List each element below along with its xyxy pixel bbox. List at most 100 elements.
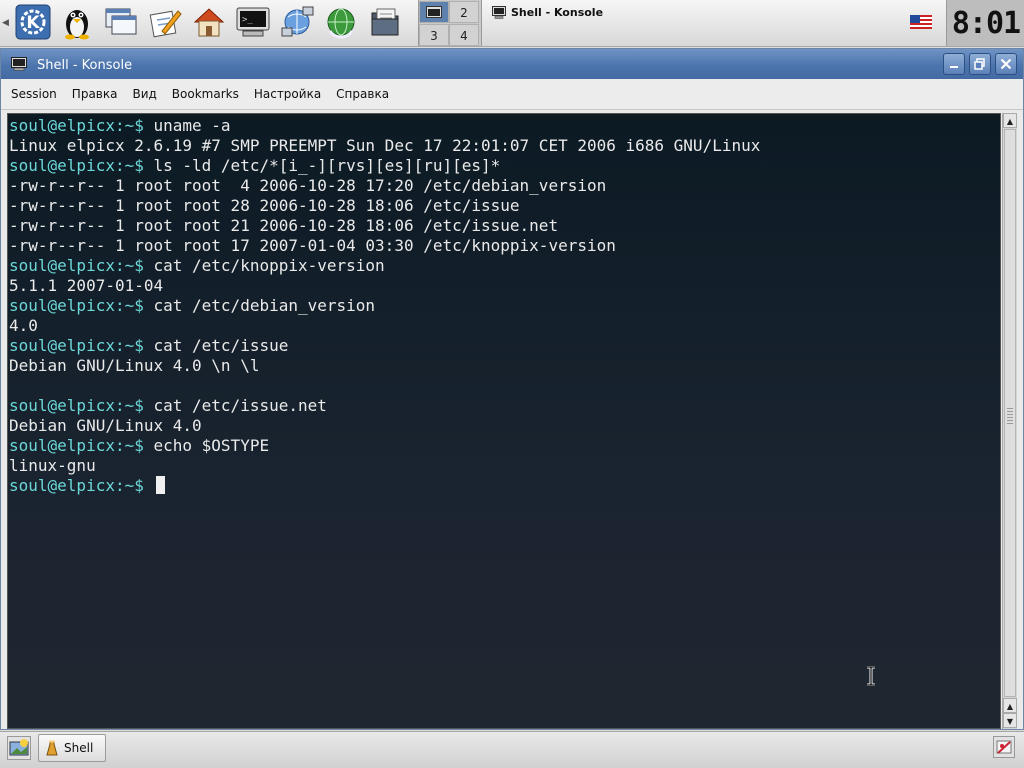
terminal-line: Debian GNU/Linux 4.0 \n \l (9, 356, 259, 376)
panel-hide-arrow-icon[interactable]: ◀ (0, 0, 11, 46)
window-title: Shell - Konsole (37, 58, 133, 73)
svg-text:K: K (26, 13, 40, 33)
top-panel: ◀ K >_ 2 3 4 Shell - Konsole 8:01 (0, 0, 1024, 47)
browser-icon[interactable] (322, 3, 360, 41)
terminal-scrollbar[interactable]: ▲ ▲ ▼ (1002, 113, 1017, 729)
terminal-line: soul@elpicx:~$ (9, 476, 165, 496)
shell-prompt: soul@elpicx:~$ (9, 336, 144, 355)
taskbar-shell-label: Shell (64, 741, 94, 755)
shell-prompt: soul@elpicx:~$ (9, 116, 144, 135)
terminal-line: soul@elpicx:~$ cat /etc/knoppix-version (9, 256, 385, 276)
terminal-line: soul@elpicx:~$ cat /etc/issue.net (9, 396, 327, 416)
terminal-text: -rw-r--r-- 1 root root 17 2007-01-04 03:… (9, 236, 616, 255)
minimize-icon (950, 66, 958, 68)
svg-text:>_: >_ (242, 15, 253, 25)
konsole-window-icon[interactable] (11, 57, 27, 71)
terminal-line: soul@elpicx:~$ cat /etc/debian_version (9, 296, 375, 316)
terminal-line: soul@elpicx:~$ echo $OSTYPE (9, 436, 269, 456)
terminal-text: 5.1.1 2007-01-04 (9, 276, 164, 295)
shell-prompt: soul@elpicx:~$ (9, 256, 144, 275)
minimize-button[interactable] (943, 53, 965, 75)
editor-icon[interactable] (146, 3, 184, 41)
file-manager-icon[interactable] (366, 3, 404, 41)
shell-prompt: soul@elpicx:~$ (9, 396, 144, 415)
close-icon (1000, 58, 1012, 70)
pager-desktop-3[interactable]: 3 (419, 24, 449, 46)
bottom-taskbar: Shell (0, 731, 1024, 768)
pager-window-thumb-icon (426, 6, 442, 18)
desktop: ◀ K >_ 2 3 4 Shell - Konsole 8:01 Shell … (0, 0, 1024, 768)
terminal-text: -rw-r--r-- 1 root root 28 2006-10-28 18:… (9, 196, 520, 215)
menu-settings[interactable]: Настройка (249, 87, 326, 101)
show-desktop-button[interactable] (7, 736, 31, 760)
taskbar-shell-button[interactable]: Shell (38, 734, 106, 762)
home-icon[interactable] (190, 3, 228, 41)
close-button[interactable] (995, 53, 1017, 75)
scroll-up-arrow-icon[interactable]: ▲ (1003, 113, 1017, 128)
shell-prompt: soul@elpicx:~$ (9, 436, 144, 455)
terminal-text: Linux elpicx 2.6.19 #7 SMP PREEMPT Sun D… (9, 136, 761, 155)
shell-prompt: soul@elpicx:~$ (9, 156, 144, 175)
pager-desktop-2[interactable]: 2 (449, 1, 479, 23)
window-list-icon[interactable] (102, 3, 140, 41)
terminal-text: cat /etc/debian_version (143, 296, 376, 315)
terminal-line: Debian GNU/Linux 4.0 (9, 416, 202, 436)
menubar: Session Правка Вид Bookmarks Настройка С… (1, 79, 1023, 110)
taskbar-konsole-task[interactable]: Shell - Konsole (492, 3, 603, 21)
window-titlebar[interactable]: Shell - Konsole (1, 49, 1023, 79)
terminal-line: 4.0 (9, 316, 38, 336)
scrollbar-thumb[interactable] (1004, 129, 1016, 697)
scroll-down-arrow-icon[interactable]: ▼ (1003, 713, 1017, 728)
terminal-text: cat /etc/issue (143, 336, 289, 355)
menu-view[interactable]: Вид (127, 87, 161, 101)
terminal-text: linux-gnu (9, 456, 96, 475)
terminal-text: cat /etc/knoppix-version (143, 256, 385, 275)
terminal-line: soul@elpicx:~$ uname -a (9, 116, 231, 136)
scrollbar-grip-icon (1007, 408, 1013, 426)
terminal-text: ls -ld /etc/*[i_-][rvs][es][ru][es]* (143, 156, 501, 175)
terminal-line: linux-gnu (9, 456, 96, 476)
network-icon[interactable] (278, 3, 316, 41)
clock[interactable]: 8:01 (946, 0, 1024, 46)
terminal-text: uname -a (143, 116, 231, 135)
tray-tool-button[interactable] (993, 736, 1015, 758)
terminal-line: Linux elpicx 2.6.19 #7 SMP PREEMPT Sun D… (9, 136, 760, 156)
terminal-line: soul@elpicx:~$ cat /etc/issue (9, 336, 288, 356)
konsole-window: Shell - Konsole Session Правка Вид Bookm… (0, 48, 1024, 730)
terminal-line: -rw-r--r-- 1 root root 4 2006-10-28 17:2… (9, 176, 606, 196)
pager-desktop-4[interactable]: 4 (449, 24, 479, 46)
terminal-line: -rw-r--r-- 1 root root 21 2006-10-28 18:… (9, 216, 558, 236)
shell-task-icon (46, 740, 58, 756)
terminal-text: echo $OSTYPE (143, 436, 270, 455)
restore-icon (974, 58, 985, 70)
menu-session[interactable]: Session (6, 87, 62, 101)
menu-help[interactable]: Справка (331, 87, 394, 101)
shell-prompt: soul@elpicx:~$ (9, 476, 144, 495)
terminal-text: cat /etc/issue.net (143, 396, 327, 415)
show-desktop-icon (9, 739, 29, 756)
konsole-small-icon (492, 5, 506, 19)
menu-bookmarks[interactable]: Bookmarks (167, 87, 244, 101)
terminal-line: soul@elpicx:~$ ls -ld /etc/*[i_-][rvs][e… (9, 156, 500, 176)
shell-prompt: soul@elpicx:~$ (9, 296, 144, 315)
kde-menu-icon[interactable]: K (14, 3, 52, 41)
maximize-button[interactable] (969, 53, 991, 75)
terminal-text: Debian GNU/Linux 4.0 \n \l (9, 356, 260, 375)
scroll-up-arrow-icon[interactable]: ▲ (1003, 698, 1017, 713)
terminal-line: 5.1.1 2007-01-04 (9, 276, 163, 296)
terminal-icon[interactable]: >_ (234, 3, 272, 41)
clock-time: 8:01 (951, 5, 1021, 41)
terminal-text: Debian GNU/Linux 4.0 (9, 416, 202, 435)
terminal-text: 4.0 (9, 316, 38, 335)
terminal-line: -rw-r--r-- 1 root root 17 2007-01-04 03:… (9, 236, 616, 256)
terminal-area[interactable]: soul@elpicx:~$ uname -a Linux elpicx 2.6… (7, 113, 1001, 729)
tux-icon[interactable] (58, 3, 96, 41)
pager-desktop-1[interactable] (419, 1, 449, 23)
menu-edit[interactable]: Правка (67, 87, 123, 101)
terminal-text: -rw-r--r-- 1 root root 21 2006-10-28 18:… (9, 216, 559, 235)
keyboard-layout-flag-icon[interactable] (910, 15, 932, 29)
desktop-pager: 2 3 4 (418, 0, 482, 46)
taskbar-task-label: Shell - Konsole (511, 5, 604, 19)
ibeam-cursor-icon (867, 666, 875, 686)
